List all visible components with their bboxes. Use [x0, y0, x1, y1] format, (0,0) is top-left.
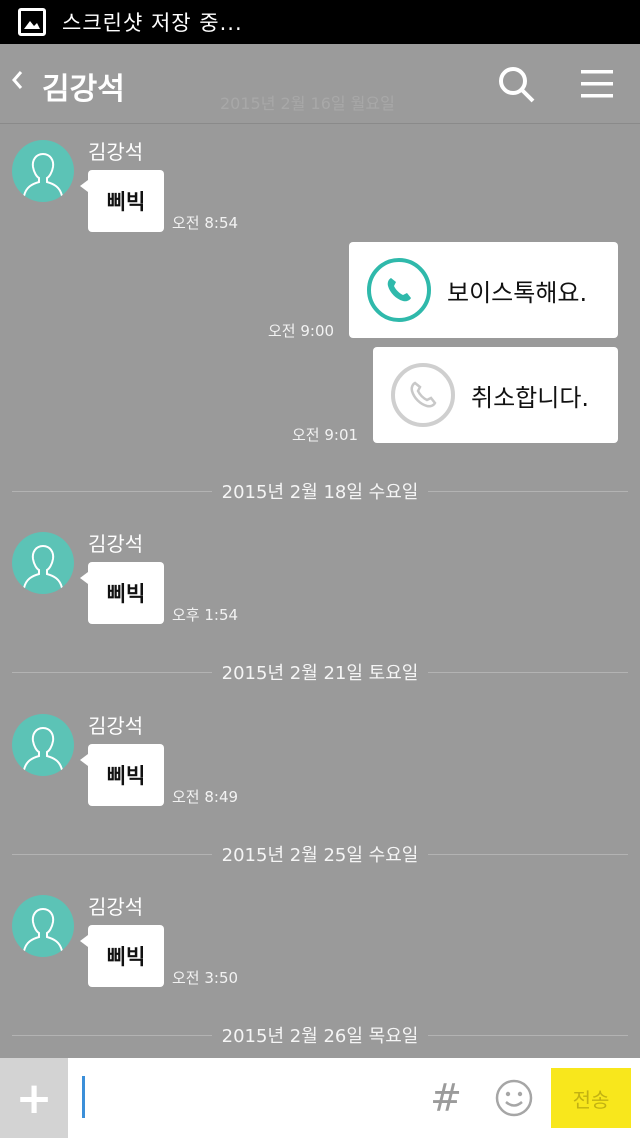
message-row: 김강석 삐빅 오후 1:54 [0, 516, 640, 626]
phone-icon [367, 258, 431, 322]
send-button[interactable]: 전송 [551, 1068, 631, 1128]
chat-area[interactable]: 김강석 삐빅 오전 8:54 보이스톡해요. 오전 9:00 취소합니다. 오전… [0, 124, 640, 1058]
message-row: 김강석 삐빅 오전 8:54 [0, 124, 640, 234]
chevron-left-icon [12, 71, 23, 89]
message-time: 오전 3:50 [172, 969, 239, 987]
date-label: 2015년 2월 25일 수요일 [221, 845, 419, 866]
sender-name: 김강석 [88, 895, 144, 919]
emoticon-button[interactable] [494, 1078, 534, 1118]
phone-icon [391, 363, 455, 427]
message-bubble[interactable]: 삐빅 [80, 562, 164, 624]
status-bar: 스크린샷 저장 중... [0, 0, 640, 44]
hash-icon: # [430, 1076, 462, 1120]
call-time: 오전 9:00 [268, 322, 335, 340]
menu-button[interactable] [578, 66, 618, 102]
date-label: 2015년 2월 26일 목요일 [221, 1026, 419, 1047]
message-time: 오후 1:54 [172, 606, 239, 624]
date-divider: 2015년 2월 25일 수요일 [12, 839, 628, 869]
message-input[interactable] [78, 1074, 418, 1122]
default-profile-icon [23, 908, 63, 952]
date-label: 2015년 2월 21일 토요일 [221, 663, 419, 684]
smiley-icon [495, 1079, 533, 1117]
sender-name: 김강석 [88, 532, 144, 556]
sender-name: 김강석 [88, 140, 144, 164]
chat-header: 김강석 2015년 2월 16일 월요일 [0, 44, 640, 124]
voice-call-bubble[interactable]: 보이스톡해요. [349, 242, 618, 338]
default-profile-icon [23, 727, 63, 771]
sender-name: 김강석 [88, 714, 144, 738]
date-watermark: 2015년 2월 16일 월요일 [220, 94, 395, 113]
message-row: 김강석 삐빅 오전 8:49 [0, 698, 640, 808]
search-button[interactable] [496, 64, 536, 104]
search-icon [499, 67, 535, 103]
date-divider: 2015년 2월 21일 토요일 [12, 657, 628, 687]
message-time: 오전 8:54 [172, 214, 239, 232]
avatar[interactable] [12, 714, 74, 776]
avatar[interactable] [12, 532, 74, 594]
message-bubble[interactable]: 삐빅 [80, 170, 164, 232]
call-text: 취소합니다. [471, 383, 590, 412]
call-text: 보이스톡해요. [447, 278, 588, 307]
default-profile-icon [23, 545, 63, 589]
plus-icon: + [15, 1072, 53, 1124]
date-label: 2015년 2월 18일 수요일 [221, 482, 419, 503]
voice-call-cancel-bubble[interactable]: 취소합니다. [373, 347, 618, 443]
attach-button[interactable]: + [0, 1058, 68, 1138]
image-icon [18, 8, 46, 36]
back-button[interactable] [10, 68, 34, 98]
status-text: 스크린샷 저장 중... [62, 11, 243, 35]
date-divider: 2015년 2월 18일 수요일 [12, 476, 628, 506]
call-time: 오전 9:01 [292, 426, 359, 444]
message-time: 오전 8:49 [172, 788, 239, 806]
chat-title: 김강석 [42, 72, 125, 107]
message-bubble[interactable]: 삐빅 [80, 744, 164, 806]
date-divider: 2015년 2월 26일 목요일 [12, 1020, 628, 1050]
default-profile-icon [23, 153, 63, 197]
message-bubble[interactable]: 삐빅 [80, 925, 164, 987]
hamburger-icon [581, 70, 613, 98]
avatar[interactable] [12, 140, 74, 202]
message-row: 김강석 삐빅 오전 3:50 [0, 879, 640, 989]
hashtag-button[interactable]: # [428, 1076, 464, 1120]
avatar[interactable] [12, 895, 74, 957]
input-bar: + # 전송 [0, 1058, 640, 1138]
